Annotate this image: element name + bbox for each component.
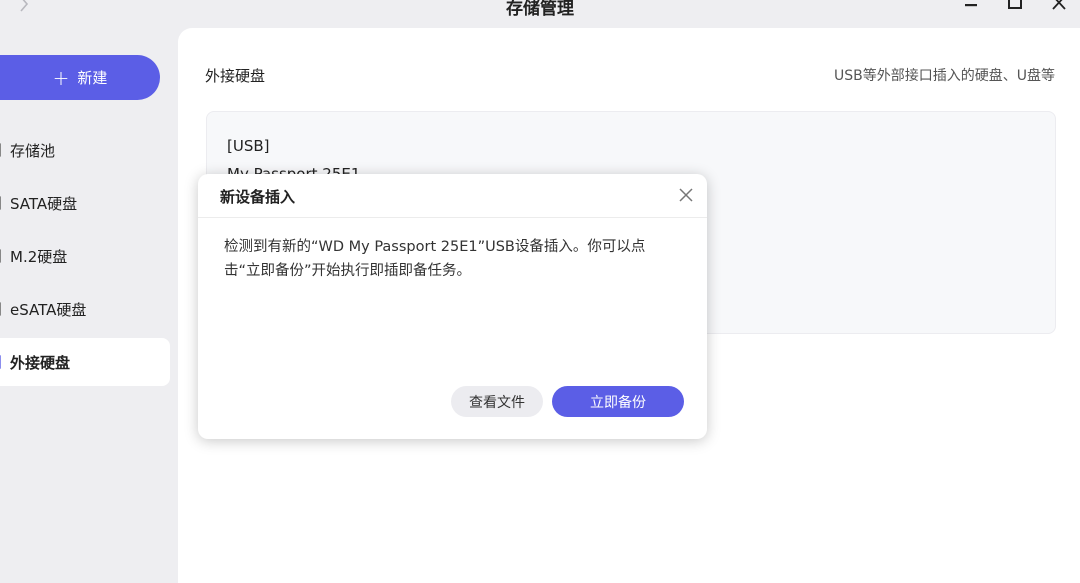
sidebar-item-esata[interactable]: eSATA硬盘 [0, 285, 170, 333]
maximize-icon[interactable] [1005, 0, 1025, 12]
sidebar-item-label: eSATA硬盘 [10, 300, 87, 319]
m2-disk-icon [0, 249, 1, 263]
sidebar-item-label: 存储池 [10, 141, 56, 160]
sidebar-item-storage-pool[interactable]: 存储池 [0, 126, 170, 174]
view-files-button[interactable]: 查看文件 [451, 386, 543, 417]
section-description: USB等外部接口插入的硬盘、U盘等 [834, 68, 1055, 84]
backup-now-button[interactable]: 立即备份 [552, 386, 684, 417]
external-disk-icon [0, 355, 1, 369]
sata-disk-icon [0, 196, 1, 210]
sidebar-item-label: M.2硬盘 [10, 247, 68, 266]
plus-icon: + [52, 65, 70, 90]
close-icon[interactable] [1049, 0, 1069, 12]
sidebar-item-m2[interactable]: M.2硬盘 [0, 232, 170, 280]
close-icon[interactable] [677, 186, 695, 204]
sidebar-item-external[interactable]: 外接硬盘 [0, 338, 170, 386]
sidebar-item-label: SATA硬盘 [10, 194, 78, 213]
window-title: 存储管理 [506, 0, 574, 19]
title-bar: 存储管理 [0, 0, 1080, 28]
sidebar-item-sata[interactable]: SATA硬盘 [0, 179, 170, 227]
disk-type: [USB] [227, 137, 270, 155]
new-device-dialog: 新设备插入 检测到有新的“WD My Passport 25E1”USB设备插入… [198, 174, 707, 439]
dialog-header: 新设备插入 [198, 174, 707, 218]
new-button-label: 新建 [77, 69, 108, 87]
minimize-icon[interactable] [961, 0, 981, 12]
section-title: 外接硬盘 [205, 67, 266, 85]
esata-disk-icon [0, 302, 1, 316]
sidebar-item-label: 外接硬盘 [10, 353, 71, 372]
dialog-title: 新设备插入 [220, 188, 296, 206]
storage-pool-icon [0, 143, 1, 157]
dialog-message: 检测到有新的“WD My Passport 25E1”USB设备插入。你可以点击… [224, 239, 646, 279]
new-button[interactable]: + 新建 [0, 55, 160, 100]
